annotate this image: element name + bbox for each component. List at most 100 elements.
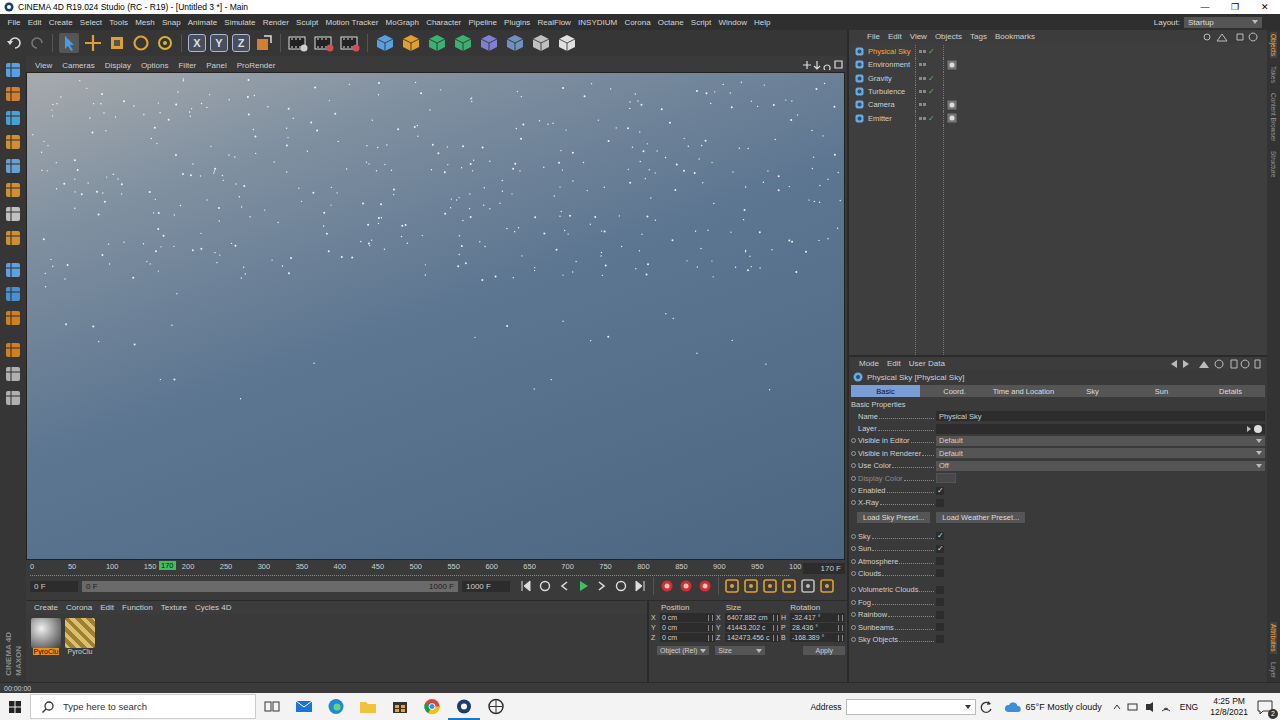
taskbar-search[interactable]: Type here to search xyxy=(30,694,256,719)
checkbox[interactable] xyxy=(936,557,944,565)
file-explorer-icon[interactable] xyxy=(352,693,384,720)
animation-dot[interactable] xyxy=(851,612,856,617)
menu-item[interactable]: Select xyxy=(76,18,105,27)
layer-arrow-icon[interactable] xyxy=(1247,426,1251,432)
checkbox[interactable] xyxy=(936,623,944,631)
mode-tool-icon[interactable] xyxy=(3,260,23,280)
current-frame-marker[interactable]: 170 xyxy=(159,561,176,570)
rotate-icon[interactable] xyxy=(131,33,151,53)
preset-button[interactable]: Load Sky Preset... xyxy=(857,512,930,523)
windows-start-icon[interactable] xyxy=(0,693,30,720)
attribute-tab[interactable]: Basic xyxy=(851,385,920,397)
menu-item[interactable]: RealFlow xyxy=(534,18,575,27)
cinema4d-taskbar-icon[interactable] xyxy=(448,693,480,720)
mode-tool-icon[interactable] xyxy=(3,84,23,104)
move-icon[interactable] xyxy=(83,33,103,53)
material-menu-item[interactable]: Texture xyxy=(157,603,191,612)
object-enabled-check[interactable]: ✓ xyxy=(927,74,935,83)
viewport[interactable] xyxy=(26,72,845,560)
play-icon[interactable] xyxy=(575,579,591,593)
attribute-tab[interactable]: Sun xyxy=(1127,385,1196,397)
animation-dot[interactable] xyxy=(851,637,856,642)
viewport-menu-item[interactable]: Options xyxy=(136,61,174,70)
menu-item[interactable]: Script xyxy=(687,18,715,27)
side-tab[interactable]: Layer xyxy=(1270,660,1277,680)
editor-visibility-dot[interactable] xyxy=(919,103,922,106)
object-tag-icon[interactable] xyxy=(947,100,957,110)
mode-tool-icon[interactable] xyxy=(3,284,23,304)
mode-tool-icon[interactable] xyxy=(3,228,23,248)
object-enabled-check[interactable]: ✓ xyxy=(927,47,935,56)
preset-button[interactable]: Load Weather Preset... xyxy=(936,512,1025,523)
menu-item[interactable]: Octane xyxy=(654,18,687,27)
checkbox[interactable] xyxy=(936,635,944,643)
record-icon[interactable] xyxy=(659,579,675,593)
object-tool-icon[interactable] xyxy=(478,33,500,53)
weather-widget[interactable]: 65°F Mostly cloudy xyxy=(1004,700,1102,714)
start-frame-field[interactable]: 0 F xyxy=(30,581,78,592)
attribute-menu-item[interactable]: User Data xyxy=(905,359,949,368)
editor-visibility-dot[interactable] xyxy=(919,50,922,53)
viewport-menu-item[interactable]: Display xyxy=(100,61,136,70)
object-tag-icon[interactable] xyxy=(947,113,957,123)
window-control-button[interactable]: — xyxy=(1190,0,1220,14)
material-menu-item[interactable]: Edit xyxy=(96,603,118,612)
position-field[interactable]: 0 cm xyxy=(660,623,715,632)
record-icon[interactable] xyxy=(697,579,713,593)
dropdown-field[interactable]: Default xyxy=(936,448,1265,458)
menu-item[interactable]: INSYDIUM xyxy=(574,18,620,27)
animation-dot[interactable] xyxy=(851,476,856,481)
attribute-nav-icon[interactable] xyxy=(1169,359,1261,369)
animation-dot[interactable] xyxy=(851,559,856,564)
render-visibility-dot[interactable] xyxy=(923,90,926,93)
keyframe-icon[interactable] xyxy=(819,579,835,593)
viewport-menu-item[interactable]: Cameras xyxy=(57,61,99,70)
animation-dot[interactable] xyxy=(851,625,856,630)
window-control-button[interactable]: ✕ xyxy=(1250,0,1280,14)
keyframe-icon[interactable] xyxy=(781,579,797,593)
editor-visibility-dot[interactable] xyxy=(919,90,922,93)
object-row[interactable]: Emitter ✓ xyxy=(855,111,1267,124)
animation-dot[interactable] xyxy=(851,587,856,592)
keyframe-icon[interactable] xyxy=(724,579,740,593)
checkbox[interactable]: ✓ xyxy=(936,487,944,495)
next-icon[interactable] xyxy=(594,579,610,593)
viewport-menu-item[interactable]: ProRender xyxy=(232,61,281,70)
mode-tool-icon[interactable] xyxy=(3,340,23,360)
current-frame-field[interactable]: 170 F xyxy=(803,563,845,574)
app-taskbar-icon[interactable] xyxy=(480,693,512,720)
apply-button[interactable]: Apply xyxy=(803,646,845,655)
menu-item[interactable]: Character xyxy=(423,18,465,27)
clock[interactable]: 4:25 PM 12/8/2021 xyxy=(1210,696,1248,716)
position-field[interactable]: 0 cm xyxy=(660,633,715,642)
checkbox[interactable] xyxy=(936,499,944,507)
object-row[interactable]: Physical Sky ✓ xyxy=(855,45,1267,58)
system-tray-icons[interactable] xyxy=(1110,700,1174,714)
last-icon[interactable] xyxy=(632,579,648,593)
object-menu-item[interactable]: Objects xyxy=(931,32,966,41)
animation-dot[interactable] xyxy=(851,451,856,456)
render-visibility-dot[interactable] xyxy=(923,50,926,53)
object-menu-item[interactable]: File xyxy=(863,32,884,41)
side-tab[interactable]: Structure xyxy=(1270,149,1277,179)
text-field[interactable]: Physical Sky xyxy=(936,411,1265,421)
menu-item[interactable]: File xyxy=(4,18,24,27)
layer-clear-icon[interactable] xyxy=(1254,425,1262,433)
object-enabled-check[interactable]: ✓ xyxy=(927,114,935,123)
timeline-ruler[interactable]: 0501001502002503003504004505005506006507… xyxy=(30,561,789,576)
object-row[interactable]: Environment xyxy=(855,58,1267,71)
object-row[interactable]: Gravity ✓ xyxy=(855,72,1267,85)
mode-tool-icon[interactable] xyxy=(3,364,23,384)
layer-field[interactable] xyxy=(936,424,1265,434)
menu-item[interactable]: Corona xyxy=(621,18,654,27)
rotation-field[interactable]: -32.417 ° xyxy=(790,613,845,622)
size-field[interactable]: 142473.456 c xyxy=(725,633,780,642)
checkbox[interactable] xyxy=(936,598,944,606)
size-mode-select[interactable]: Size xyxy=(715,646,765,655)
axis-lock-button[interactable]: Z xyxy=(232,34,250,52)
axis-lock-button[interactable]: Y xyxy=(210,34,228,52)
rotation-field[interactable]: 28.436 ° xyxy=(790,623,845,632)
menu-item[interactable]: Tools xyxy=(106,18,132,27)
mode-tool-icon[interactable] xyxy=(3,204,23,224)
object-tool-icon[interactable] xyxy=(556,33,578,53)
